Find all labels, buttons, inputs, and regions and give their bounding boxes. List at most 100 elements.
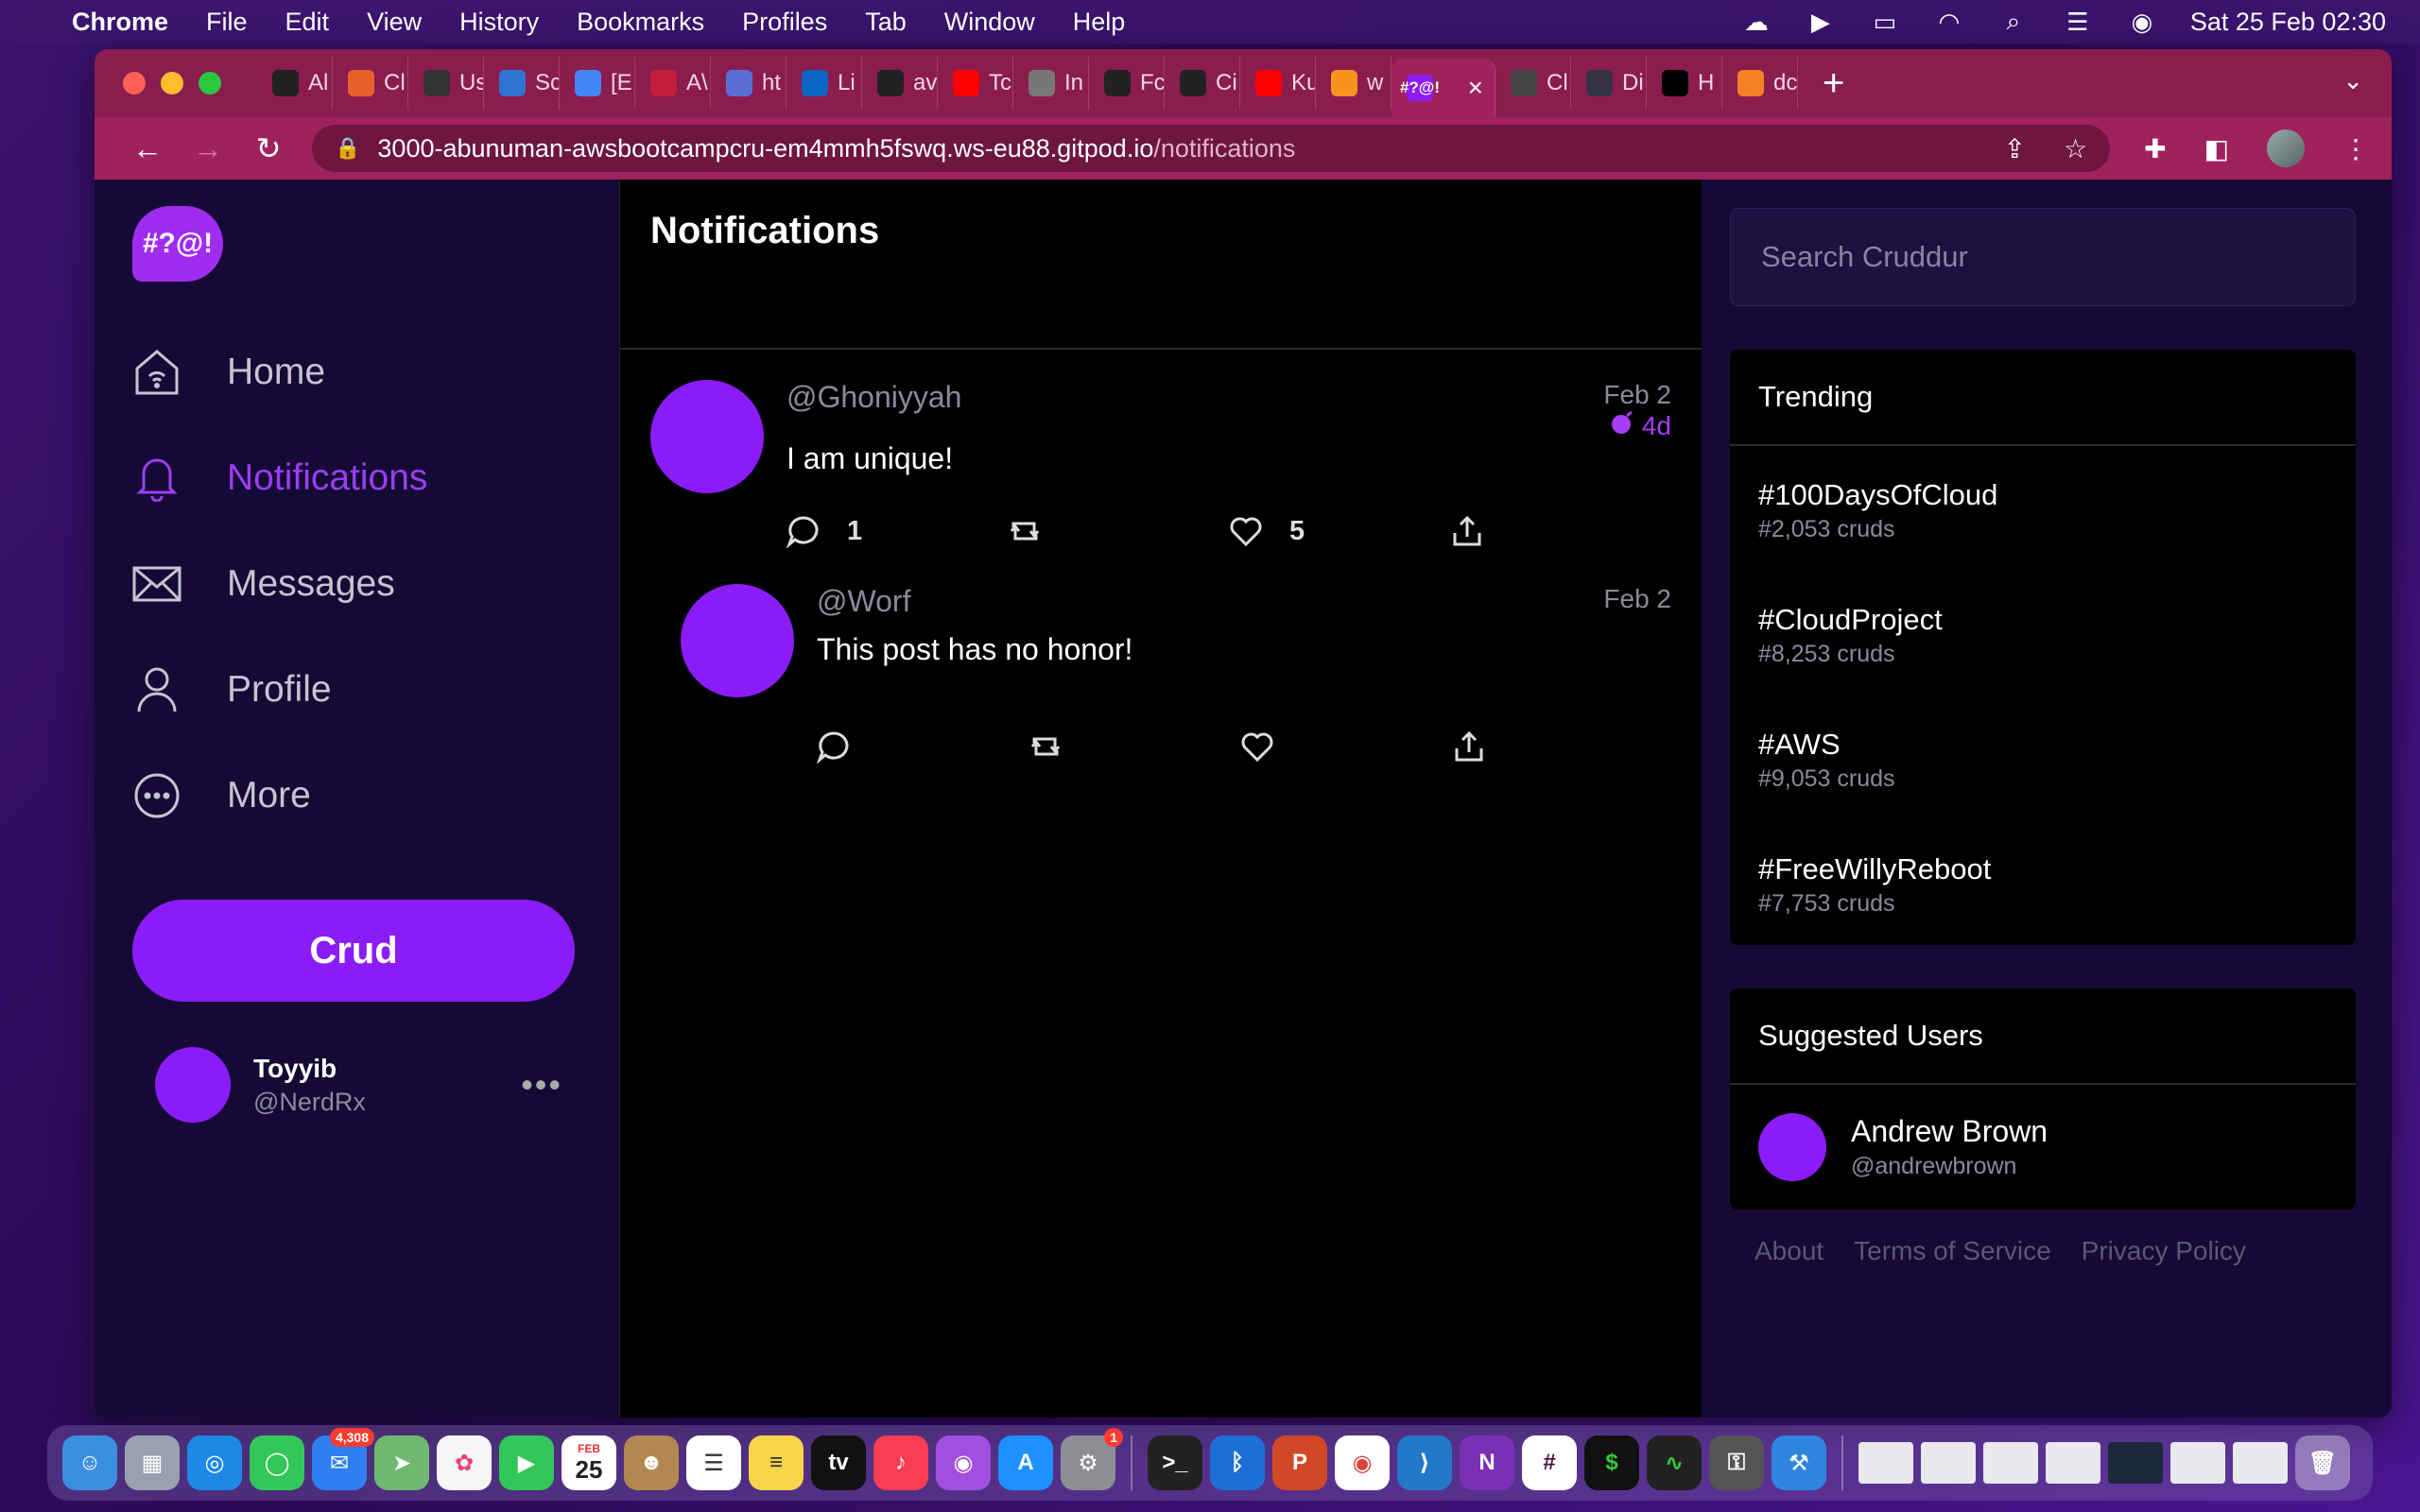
avatar[interactable] — [650, 380, 764, 493]
activity-item[interactable]: Feb 2 4d @Ghoniyyah I am unique! 1 5 — [620, 350, 1702, 567]
lock-icon[interactable]: 🔒 — [335, 136, 360, 161]
vscode-icon[interactable]: ⟩ — [1397, 1435, 1452, 1490]
menu-view[interactable]: View — [367, 8, 422, 37]
share-button[interactable] — [1450, 514, 1671, 548]
browser-tab[interactable]: Sc — [484, 57, 560, 110]
side-panel-icon[interactable]: ◧ — [2204, 133, 2229, 164]
play-icon[interactable]: ▶ — [1805, 8, 1837, 36]
browser-tab[interactable]: ht — [711, 57, 786, 110]
menu-window[interactable]: Window — [944, 8, 1035, 37]
browser-tab[interactable]: Di — [1571, 57, 1647, 110]
reply-button[interactable] — [817, 730, 1028, 764]
menu-edit[interactable]: Edit — [285, 8, 330, 37]
back-button[interactable]: ← — [117, 131, 178, 166]
chrome-menu-icon[interactable]: ⋮ — [2342, 133, 2369, 164]
nav-messages[interactable]: Messages — [113, 531, 600, 637]
minimized-window-thumbnail[interactable] — [1983, 1442, 2038, 1484]
browser-tab[interactable]: Fc — [1089, 57, 1165, 110]
menu-app-name[interactable]: Chrome — [72, 8, 168, 37]
keychain-icon[interactable]: ⚿ — [1709, 1435, 1764, 1490]
battery-icon[interactable]: ▭ — [1869, 8, 1901, 36]
browser-tab[interactable]: Cl — [1495, 57, 1571, 110]
footer-about-link[interactable]: About — [1754, 1236, 1824, 1266]
close-tab-icon[interactable]: × — [1468, 73, 1483, 103]
apple-tv-icon[interactable]: tv — [811, 1435, 866, 1490]
suggested-user[interactable]: Andrew Brown @andrewbrown — [1730, 1085, 2356, 1210]
activity-handle[interactable]: @Worf — [817, 584, 1671, 619]
avatar[interactable] — [681, 584, 794, 697]
zoom-window-button[interactable] — [199, 72, 221, 94]
browser-tab[interactable]: Tc — [938, 57, 1013, 110]
menubar-clock[interactable]: Sat 25 Feb 02:30 — [2190, 8, 2386, 37]
mail-icon[interactable]: ✉ 4,308 — [312, 1428, 374, 1490]
slack-icon[interactable]: # — [1522, 1435, 1577, 1490]
safari-icon[interactable]: ◎ — [187, 1435, 242, 1490]
menu-history[interactable]: History — [459, 8, 539, 37]
trending-item[interactable]: #100DaysOfCloud #2,053 cruds — [1730, 446, 2356, 571]
menu-profiles[interactable]: Profiles — [742, 8, 827, 37]
iterm-icon[interactable]: $ — [1584, 1435, 1639, 1490]
xcode-icon[interactable]: ⚒ — [1772, 1435, 1826, 1490]
menu-file[interactable]: File — [206, 8, 248, 37]
tab-search-chevron-icon[interactable]: ⌄ — [2342, 66, 2363, 95]
app-store-icon[interactable]: A — [998, 1435, 1053, 1490]
browser-tab[interactable]: Li — [786, 57, 862, 110]
browser-tab[interactable]: A\ — [635, 57, 711, 110]
terminal-icon[interactable]: >_ — [1148, 1435, 1202, 1490]
maps-icon[interactable]: ➤ — [374, 1435, 429, 1490]
powerpoint-icon[interactable]: P — [1272, 1435, 1327, 1490]
minimized-window-thumbnail[interactable] — [1921, 1442, 1976, 1484]
chrome-icon[interactable]: ◉ — [1335, 1435, 1390, 1490]
share-button[interactable] — [1452, 730, 1664, 764]
user-menu-button[interactable]: ••• — [521, 1065, 562, 1105]
footer-privacy-link[interactable]: Privacy Policy — [2082, 1236, 2246, 1266]
browser-tab[interactable]: In — [1013, 57, 1089, 110]
wifi-icon[interactable]: ◠ — [1933, 8, 1965, 36]
close-window-button[interactable] — [123, 72, 146, 94]
onenote-icon[interactable]: N — [1460, 1435, 1514, 1490]
minimize-window-button[interactable] — [161, 72, 183, 94]
contacts-icon[interactable]: ☻ — [624, 1435, 679, 1490]
launchpad-icon[interactable]: ▦ — [125, 1435, 180, 1490]
bookmark-star-icon[interactable]: ☆ — [2064, 133, 2087, 164]
repost-button[interactable] — [1028, 730, 1240, 764]
photos-icon[interactable]: ✿ — [437, 1435, 492, 1490]
reload-button[interactable]: ↻ — [238, 130, 299, 166]
search-input[interactable]: Search Cruddur — [1730, 208, 2356, 306]
calendar-icon[interactable]: FEB 25 — [562, 1435, 616, 1490]
browser-tab[interactable]: Ci — [1165, 57, 1240, 110]
avatar[interactable] — [1758, 1113, 1826, 1181]
cruddur-logo[interactable]: #?@! — [132, 206, 223, 282]
reply-button[interactable]: 1 — [786, 514, 1008, 548]
extensions-puzzle-icon[interactable]: ✚ — [2144, 133, 2166, 164]
bluetooth-icon[interactable]: ᛒ — [1210, 1435, 1265, 1490]
nav-profile[interactable]: Profile — [113, 637, 600, 743]
notes-icon[interactable]: ≡ — [749, 1435, 804, 1490]
browser-tab[interactable]: Ku — [1240, 57, 1316, 110]
minimized-window-thumbnail[interactable] — [2046, 1442, 2100, 1484]
minimized-window-thumbnail[interactable] — [2170, 1442, 2225, 1484]
activity-monitor-icon[interactable]: ∿ — [1647, 1435, 1702, 1490]
siri-icon[interactable]: ◉ — [2126, 8, 2158, 36]
address-bar[interactable]: 🔒 3000-abunuman-awsbootcampcru-em4mmh5fs… — [312, 125, 2111, 172]
minimized-window-thumbnail[interactable] — [2233, 1442, 2288, 1484]
system-settings-icon[interactable]: ⚙ 1 — [1061, 1428, 1123, 1490]
music-icon[interactable]: ♪ — [873, 1435, 928, 1490]
browser-tab[interactable]: dc — [1722, 57, 1798, 110]
menu-help[interactable]: Help — [1073, 8, 1126, 37]
avatar[interactable] — [155, 1047, 231, 1123]
trash-icon[interactable]: 🗑 — [2295, 1435, 2350, 1490]
control-center-icon[interactable]: ☰ — [2062, 8, 2094, 36]
menu-bookmarks[interactable]: Bookmarks — [577, 8, 704, 37]
current-user-card[interactable]: Toyyib @NerdRx ••• — [155, 1047, 600, 1123]
minimized-window-thumbnail[interactable] — [1858, 1442, 1913, 1484]
nav-notifications[interactable]: Notifications — [113, 425, 600, 531]
profile-avatar[interactable] — [2267, 129, 2305, 167]
nav-home[interactable]: Home — [113, 319, 600, 425]
browser-tab[interactable]: Al — [257, 57, 333, 110]
browser-tab[interactable]: av — [862, 57, 938, 110]
spotlight-search-icon[interactable]: ⌕ — [1997, 7, 2030, 35]
browser-tab[interactable]: Us — [408, 57, 484, 110]
new-tab-button[interactable]: + — [1823, 62, 1844, 105]
trending-item[interactable]: #FreeWillyReboot #7,753 cruds — [1730, 820, 2356, 945]
